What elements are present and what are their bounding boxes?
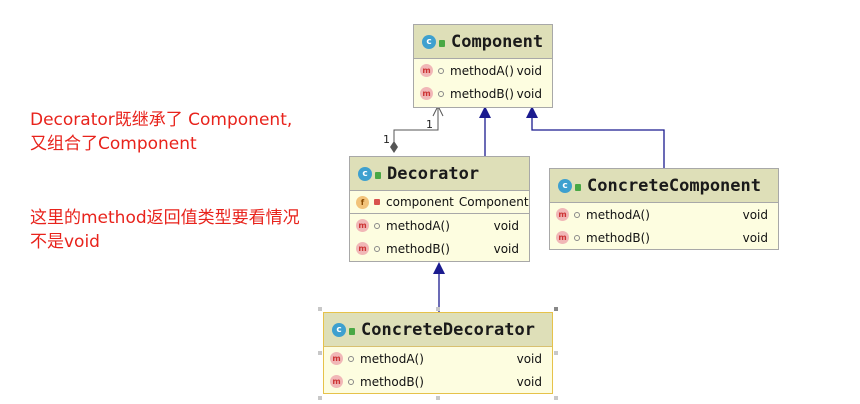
- class-concrete-decorator[interactable]: c ConcreteDecorator m methodA() void m m…: [323, 312, 553, 394]
- public-visibility-icon: [439, 40, 445, 47]
- class-name: Decorator: [387, 163, 480, 184]
- selection-handle[interactable]: [436, 307, 440, 311]
- class-c-icon: c: [332, 322, 346, 337]
- method-row[interactable]: m methodB() void: [414, 82, 552, 105]
- package-visibility-icon: [574, 234, 580, 241]
- class-name: ConcreteComponent: [587, 175, 761, 196]
- field-f-icon: f: [356, 195, 369, 209]
- class-header: c Decorator: [350, 157, 529, 191]
- class-name: Component: [451, 31, 544, 52]
- method-m-icon: m: [330, 352, 343, 365]
- private-visibility-icon: [374, 199, 380, 205]
- method-type: void: [516, 351, 542, 366]
- method-row[interactable]: m methodA() void: [324, 347, 552, 370]
- selection-handle[interactable]: [318, 307, 322, 311]
- method-type: void: [493, 241, 519, 256]
- method-m-icon: m: [556, 231, 569, 244]
- class-decorator[interactable]: c Decorator f component Component m meth…: [349, 156, 530, 262]
- concrete-component-inherits-component: [531, 108, 665, 168]
- selection-handle[interactable]: [436, 396, 440, 400]
- method-row[interactable]: m methodA() void: [350, 214, 529, 237]
- method-row[interactable]: m methodB() void: [550, 226, 778, 249]
- method-m-icon: m: [356, 242, 369, 255]
- selection-handle[interactable]: [554, 307, 558, 311]
- method-m-icon: m: [330, 375, 343, 388]
- method-row[interactable]: m methodA() void: [550, 203, 778, 226]
- method-type: void: [516, 86, 542, 101]
- field-type: Component: [458, 195, 529, 209]
- method-m-icon: m: [356, 219, 369, 232]
- multiplicity-target: 1: [426, 118, 433, 131]
- method-type: void: [742, 230, 768, 245]
- package-visibility-icon: [348, 378, 354, 385]
- method-row[interactable]: m methodB() void: [350, 237, 529, 260]
- method-name: methodB(): [360, 374, 424, 389]
- class-c-icon: c: [558, 178, 572, 193]
- method-m-icon: m: [556, 208, 569, 221]
- field-name: component: [386, 195, 454, 209]
- method-name: methodB(): [386, 241, 450, 256]
- class-header: c ConcreteComponent: [550, 169, 778, 203]
- concrete-decorator-inherit-arrowhead: [433, 262, 445, 274]
- method-name: methodB(): [450, 86, 514, 101]
- class-name: ConcreteDecorator: [361, 319, 535, 340]
- class-component[interactable]: c Component m methodA() void m methodB()…: [413, 24, 553, 108]
- method-type: void: [516, 374, 542, 389]
- method-name: methodA(): [360, 351, 424, 366]
- selection-handle[interactable]: [318, 396, 322, 400]
- method-name: methodA(): [586, 207, 650, 222]
- method-type: void: [493, 218, 519, 233]
- package-visibility-icon: [438, 67, 444, 74]
- package-visibility-icon: [348, 355, 354, 362]
- method-type: void: [516, 63, 542, 78]
- multiplicity-source: 1: [383, 133, 390, 146]
- field-row[interactable]: f component Component: [350, 191, 529, 214]
- selection-handle[interactable]: [554, 351, 558, 355]
- method-name: methodA(): [450, 63, 514, 78]
- class-header: c ConcreteDecorator: [324, 313, 552, 347]
- package-visibility-icon: [374, 222, 380, 229]
- package-visibility-icon: [438, 90, 444, 97]
- method-m-icon: m: [420, 64, 433, 77]
- aggregation-diamond: [390, 141, 398, 153]
- method-m-icon: m: [420, 87, 433, 100]
- selection-handle[interactable]: [554, 396, 558, 400]
- public-visibility-icon: [375, 172, 381, 179]
- method-name: methodB(): [586, 230, 650, 245]
- class-c-icon: c: [358, 166, 372, 181]
- class-header: c Component: [414, 25, 552, 59]
- selection-handle[interactable]: [318, 351, 322, 355]
- class-concrete-component[interactable]: c ConcreteComponent m methodA() void m m…: [549, 168, 779, 250]
- package-visibility-icon: [374, 245, 380, 252]
- public-visibility-icon: [349, 328, 355, 335]
- public-visibility-icon: [575, 184, 581, 191]
- class-c-icon: c: [422, 34, 436, 49]
- method-name: methodA(): [386, 218, 450, 233]
- method-type: void: [742, 207, 768, 222]
- package-visibility-icon: [574, 211, 580, 218]
- method-row[interactable]: m methodA() void: [414, 59, 552, 82]
- method-row[interactable]: m methodB() void: [324, 370, 552, 393]
